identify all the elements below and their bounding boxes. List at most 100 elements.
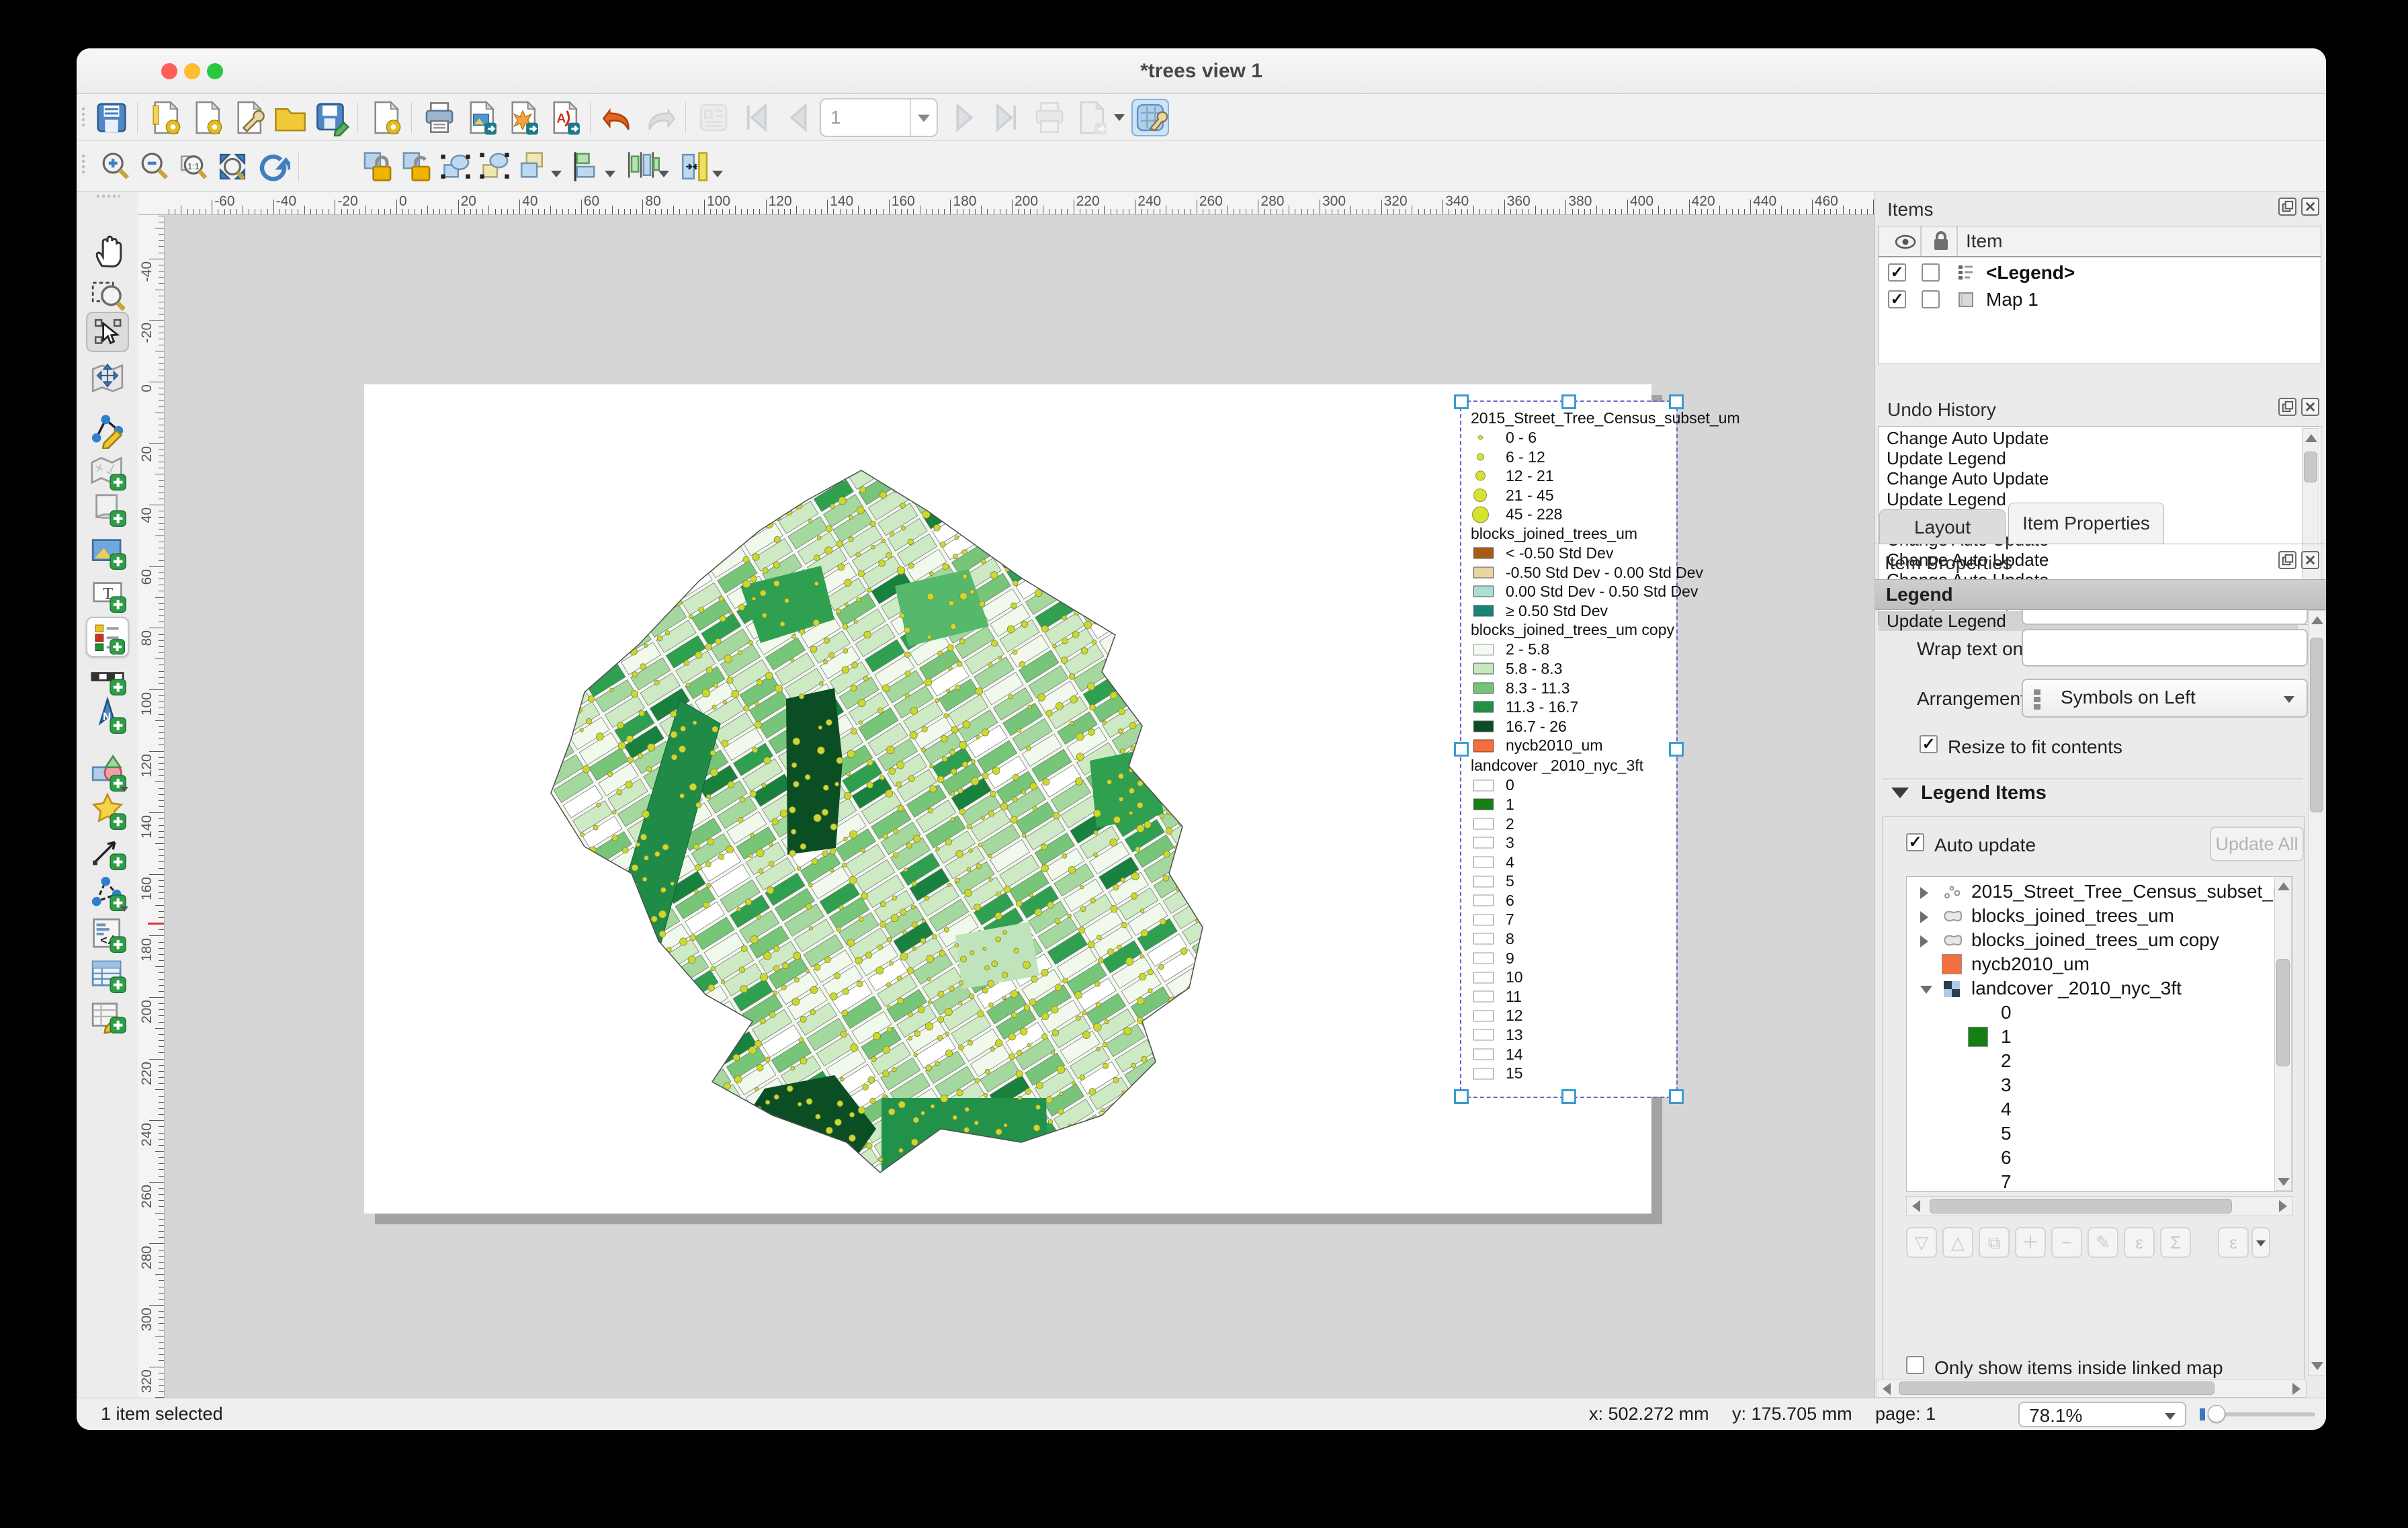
atlas-settings-button[interactable] — [1131, 99, 1169, 136]
update-all-button[interactable]: Update All — [2210, 826, 2304, 861]
selection-handle[interactable] — [1669, 1089, 1684, 1104]
cutoff-field[interactable] — [2022, 610, 2308, 625]
add-group-button[interactable]: ⧉ — [1979, 1227, 2010, 1258]
spinbox-dropdown[interactable] — [910, 99, 937, 136]
selection-handle[interactable] — [1454, 742, 1469, 757]
zoom-tool[interactable] — [86, 275, 129, 316]
move-down-button[interactable]: ▽ — [1906, 1227, 1937, 1258]
atlas-page-spinbox[interactable]: 1 — [820, 98, 938, 137]
auto-update-checkbox[interactable]: ✓ — [1906, 833, 1924, 851]
legend-tree-item[interactable]: 5 — [1907, 1121, 2275, 1146]
properties-horizontal-scrollbar[interactable] — [1877, 1379, 2307, 1398]
legend-tree-item[interactable]: landcover _2010_nyc_3ft — [1907, 976, 2275, 1001]
item-lock-checkbox[interactable] — [1922, 290, 1940, 308]
expression-button[interactable]: ε — [2124, 1227, 2155, 1258]
properties-vertical-scrollbar[interactable] — [2308, 610, 2325, 1376]
layout-canvas[interactable]: 2015_Street_Tree_Census_subset_um 0 - 6 6 … — [165, 215, 1875, 1398]
add-items-from-template-button[interactable] — [367, 99, 404, 136]
toolbox-grip[interactable] — [95, 194, 120, 199]
first-feature-button[interactable] — [736, 99, 774, 136]
align-items-button-dropdown[interactable] — [605, 171, 615, 177]
legend-tree-item[interactable]: 7 — [1907, 1170, 2275, 1194]
add-arrow-tool[interactable] — [86, 831, 129, 872]
select-move-tool[interactable] — [86, 312, 129, 352]
selection-handle[interactable] — [1454, 394, 1469, 409]
distribute-items-button[interactable] — [622, 148, 660, 185]
wrap-text-input[interactable] — [2022, 629, 2308, 667]
legend-tree-item[interactable]: 0 — [1907, 1001, 2275, 1025]
zoom-slider-handle[interactable] — [2208, 1405, 2225, 1423]
export-atlas-button[interactable] — [1072, 99, 1110, 136]
legend-tree-item[interactable]: nycb2010_um — [1907, 952, 2275, 976]
legend-tree-item[interactable]: 6 — [1907, 1146, 2275, 1170]
group-items-button[interactable] — [437, 148, 474, 185]
add-3d-map-tool[interactable] — [86, 488, 129, 528]
tree-horizontal-scrollbar[interactable] — [1906, 1196, 2293, 1216]
redo-button[interactable] — [641, 99, 679, 136]
legend-tree-item[interactable]: blocks_joined_trees_um — [1907, 904, 2275, 928]
close-panel-button[interactable] — [2301, 398, 2319, 416]
resize-items-button-dropdown[interactable] — [712, 171, 723, 177]
duplicate-layout-button[interactable] — [188, 99, 226, 136]
print-atlas-button[interactable] — [1031, 99, 1068, 136]
save-as-template-button[interactable] — [313, 99, 351, 138]
legend-tree-item[interactable]: blocks_joined_trees_um copy — [1907, 928, 2275, 952]
add-item-button[interactable]: ＋ — [2015, 1227, 2046, 1258]
layout-manager-button[interactable] — [230, 99, 267, 136]
lock-items-button[interactable] — [359, 148, 396, 185]
legend-section-header[interactable]: Legend — [1875, 579, 2326, 610]
tab-layout[interactable]: Layout — [1879, 509, 2006, 544]
export-svg-button[interactable] — [504, 99, 542, 136]
move-content-tool[interactable] — [86, 358, 129, 398]
add-node-item-tool[interactable] — [86, 872, 129, 912]
add-pages-button[interactable] — [271, 99, 309, 136]
undo-button[interactable] — [599, 99, 637, 136]
export-atlas-button-dropdown[interactable] — [1114, 114, 1125, 121]
collapse-arrow-icon[interactable] — [1891, 788, 1909, 798]
item-visibility-checkbox[interactable]: ✓ — [1888, 263, 1906, 282]
undock-panel-button[interactable] — [2278, 398, 2296, 416]
undo-entry[interactable]: Change Auto Update — [1879, 428, 2298, 448]
legend-items-header[interactable]: Legend Items — [1921, 782, 2047, 804]
align-items-button[interactable] — [568, 148, 606, 185]
zoom-out-button[interactable] — [136, 148, 173, 185]
print-layout-button[interactable] — [421, 99, 458, 136]
toolbar-grip[interactable] — [81, 153, 86, 176]
export-pdf-button[interactable]: A — [546, 99, 583, 136]
legend-tree-item[interactable]: 1 — [1907, 1025, 2275, 1049]
selection-handle[interactable] — [1669, 742, 1684, 757]
toolbar-grip[interactable] — [81, 106, 86, 129]
add-node-item-tool-dropdown[interactable] — [120, 906, 128, 912]
add-scalebar-tool[interactable] — [86, 656, 129, 697]
refresh-view-button[interactable] — [253, 148, 296, 185]
add-html-tool[interactable]: </> — [86, 914, 129, 954]
zoom-level-combobox[interactable]: 78.1% — [2018, 1402, 2186, 1427]
add-attribute-table-tool[interactable] — [86, 954, 129, 994]
move-up-button[interactable]: △ — [1942, 1227, 1973, 1258]
previous-feature-button[interactable] — [778, 99, 816, 136]
selection-handle[interactable] — [1669, 394, 1684, 409]
legend-tree-item[interactable]: 3 — [1907, 1073, 2275, 1097]
tree-expand-icon[interactable] — [1920, 911, 1928, 923]
pan-tool[interactable] — [86, 231, 129, 271]
filter-expression-button[interactable]: ε — [2218, 1227, 2249, 1258]
next-feature-button[interactable] — [947, 99, 985, 136]
selection-handle[interactable] — [1561, 1089, 1576, 1104]
item-lock-checkbox[interactable] — [1922, 263, 1940, 282]
zoom-actual-button[interactable]: 1:1 — [175, 148, 212, 185]
legend-item[interactable]: 2015_Street_Tree_Census_subset_um 0 - 6 6 … — [1460, 400, 1740, 1098]
undo-entry[interactable]: Update Legend — [1879, 448, 2298, 468]
tree-vertical-scrollbar[interactable] — [2274, 878, 2292, 1191]
add-fixed-table-tool[interactable] — [86, 994, 129, 1035]
only-linked-checkbox[interactable] — [1906, 1356, 1924, 1374]
add-legend-tool[interactable] — [86, 617, 129, 657]
close-panel-button[interactable] — [2301, 551, 2319, 569]
legend-tree-item[interactable]: 2 — [1907, 1049, 2275, 1073]
tree-expand-icon[interactable] — [1920, 887, 1928, 899]
close-panel-button[interactable] — [2301, 198, 2319, 216]
save-project-button[interactable] — [93, 99, 130, 136]
count-features-button[interactable]: Σ — [2160, 1227, 2191, 1258]
edit-nodes-tool[interactable] — [86, 409, 129, 450]
add-map-tool[interactable] — [86, 452, 129, 492]
tab-item-properties[interactable]: Item Properties — [2008, 503, 2164, 544]
